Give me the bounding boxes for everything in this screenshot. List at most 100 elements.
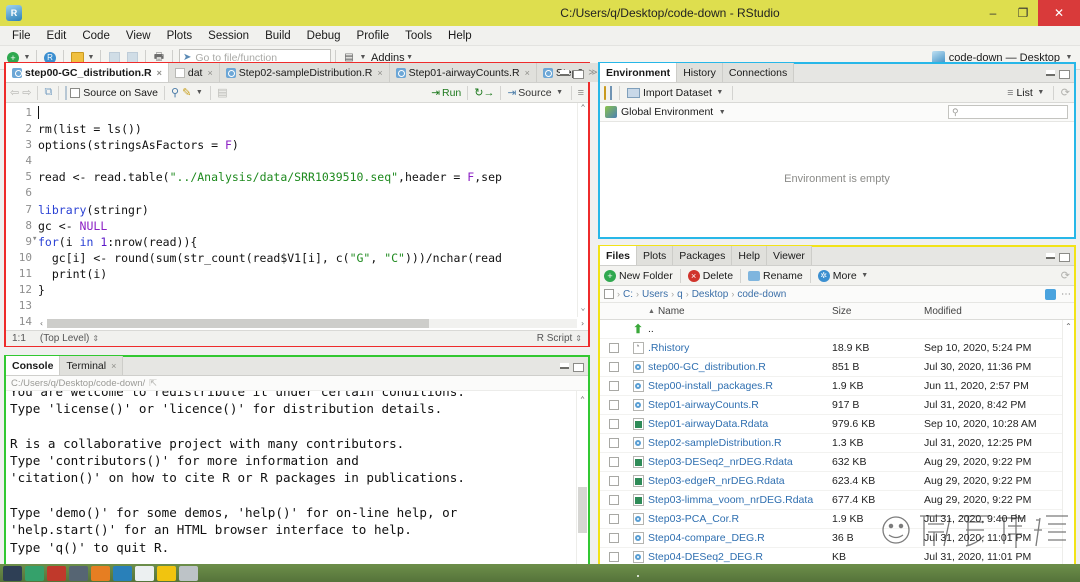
addins-chevron-down-icon[interactable]: ▼ — [405, 54, 415, 61]
scroll-up-icon[interactable]: ⌃ — [1063, 322, 1074, 331]
tab-plots[interactable]: Plots — [636, 246, 674, 265]
tab-files[interactable]: Files — [600, 246, 637, 265]
environment-search-input[interactable]: ⚲ — [948, 105, 1068, 119]
hscroll-thumb[interactable] — [47, 319, 429, 328]
taskbar-app-icon[interactable] — [113, 565, 132, 581]
scope-stepper-icon[interactable]: ⇕ — [92, 334, 99, 343]
more-button[interactable]: ✲ More ▼ — [817, 269, 870, 282]
tab-console[interactable]: Console — [6, 356, 61, 375]
menu-session[interactable]: Session — [200, 26, 257, 46]
file-name[interactable]: Step02-sampleDistribution.R — [648, 437, 832, 449]
files-scrollbar[interactable]: ⌃ ⌄ — [1062, 320, 1074, 579]
tab-connections[interactable]: Connections — [722, 63, 795, 82]
table-row[interactable]: Step00-install_packages.R 1.9 KB Jun 11,… — [600, 377, 1074, 396]
refresh-icon[interactable]: ⟳ — [1061, 86, 1070, 99]
code-vertical-scrollbar[interactable]: ⌃ ⌄ — [577, 103, 588, 330]
open-file-chevron-down-icon[interactable]: ▼ — [86, 54, 96, 61]
breadcrumb-item-q[interactable]: q — [677, 289, 683, 300]
magic-wand-icon[interactable]: ✎ — [182, 86, 191, 99]
menu-code[interactable]: Code — [74, 26, 118, 46]
file-name[interactable]: Step01-airwayData.Rdata — [648, 418, 832, 430]
file-name[interactable]: Step03-limma_voom_nrDEG.Rdata — [648, 494, 832, 506]
table-row[interactable]: Step03-DESeq2_nrDEG.Rdata 632 KB Aug 29,… — [600, 453, 1074, 472]
row-checkbox[interactable] — [609, 495, 619, 505]
close-icon[interactable]: × — [377, 68, 382, 78]
refresh-icon[interactable]: ⟳ — [1061, 269, 1070, 282]
row-checkbox[interactable] — [609, 533, 619, 543]
rename-button[interactable]: Rename — [748, 270, 803, 282]
console-scroll-thumb[interactable] — [578, 487, 587, 533]
new-folder-button[interactable]: + New Folder — [604, 269, 673, 282]
table-row[interactable]: Step03-PCA_Cor.R 1.9 KB Jul 31, 2020, 9:… — [600, 510, 1074, 529]
row-checkbox[interactable] — [609, 552, 619, 562]
row-checkbox[interactable] — [609, 381, 619, 391]
table-row[interactable]: Step01-airwayData.Rdata 979.6 KB Sep 10,… — [600, 415, 1074, 434]
source-tab-dat[interactable]: dat × — [168, 63, 220, 82]
table-row[interactable]: Step03-edgeR_nrDEG.Rdata 623.4 KB Aug 29… — [600, 472, 1074, 491]
tabs-overflow-icon[interactable]: ≫ — [588, 67, 597, 78]
table-row[interactable]: step00-GC_distribution.R 851 B Jul 30, 2… — [600, 358, 1074, 377]
menu-view[interactable]: View — [118, 26, 159, 46]
breadcrumb-item-c[interactable]: C: — [623, 289, 633, 300]
go-to-directory-icon[interactable] — [1045, 288, 1056, 300]
maximize-pane-icon[interactable] — [1059, 253, 1070, 262]
table-row[interactable]: Step01-airwayCounts.R 917 B Jul 31, 2020… — [600, 396, 1074, 415]
delete-button[interactable]: × Delete — [687, 269, 733, 282]
code-fold-marker[interactable]: ▾ — [32, 234, 37, 244]
taskbar-app-icon[interactable] — [157, 565, 176, 581]
file-name[interactable]: Step04-compare_DEG.R — [648, 532, 832, 544]
close-icon[interactable]: × — [207, 68, 212, 78]
source-on-save-checkbox[interactable] — [70, 87, 81, 98]
open-folder-icon[interactable] — [604, 85, 606, 100]
console-working-directory[interactable]: C:/Users/q/Desktop/code-down/ ⇱ — [6, 376, 588, 391]
table-row[interactable]: Step03-limma_voom_nrDEG.Rdata 677.4 KB A… — [600, 491, 1074, 510]
column-header-size[interactable]: Size — [832, 306, 924, 317]
maximize-button[interactable]: ❐ — [1008, 0, 1038, 26]
scroll-left-icon[interactable]: ‹ — [36, 319, 47, 328]
scroll-up-icon[interactable]: ⌃ — [580, 395, 585, 404]
menu-help[interactable]: Help — [440, 26, 480, 46]
filetype-stepper-icon[interactable]: ⇕ — [575, 334, 582, 343]
more-options-icon[interactable]: ⋯ — [1061, 289, 1071, 300]
column-header-name[interactable]: ▲ Name — [648, 306, 832, 317]
close-icon[interactable]: × — [157, 68, 162, 78]
taskbar-app-icon[interactable] — [47, 565, 66, 581]
scroll-up-icon[interactable]: ⌃ — [581, 103, 586, 112]
popout-icon[interactable]: ⧉ — [44, 86, 52, 99]
code-editor[interactable]: 1 2 3 4 5 6 7 8 9 10 11 12 13 14 15 16 ▾… — [6, 103, 588, 330]
menu-profile[interactable]: Profile — [349, 26, 398, 46]
row-checkbox[interactable] — [609, 476, 619, 486]
menu-file[interactable]: File — [4, 26, 39, 46]
maximize-pane-icon[interactable] — [573, 70, 584, 79]
maximize-pane-icon[interactable] — [1059, 70, 1070, 79]
hscroll-track[interactable] — [47, 319, 577, 328]
forward-arrow-icon[interactable]: ⇨ — [22, 86, 31, 99]
run-button[interactable]: ⇥ Run — [431, 87, 461, 99]
code-horizontal-scrollbar[interactable]: ‹ › — [36, 317, 588, 330]
column-header-modified[interactable]: Modified — [924, 306, 1074, 317]
code-scope[interactable]: (Top Level) — [40, 333, 89, 344]
save-icon[interactable] — [610, 85, 612, 100]
row-checkbox[interactable] — [609, 362, 619, 372]
source-on-save-toggle[interactable]: Source on Save — [70, 87, 158, 99]
panes-chevron-down-icon[interactable]: ▼ — [358, 54, 368, 61]
breadcrumb-item-users[interactable]: Users — [642, 289, 668, 300]
taskbar-app-icon[interactable] — [69, 565, 88, 581]
scroll-down-icon[interactable]: ⌄ — [581, 303, 586, 312]
file-name[interactable]: step00-GC_distribution.R — [648, 361, 832, 373]
report-icon[interactable]: ▤ — [217, 86, 227, 99]
environment-chevron-down-icon[interactable]: ▼ — [717, 109, 727, 116]
menu-debug[interactable]: Debug — [299, 26, 349, 46]
row-checkbox[interactable] — [609, 438, 619, 448]
back-arrow-icon[interactable]: ⇦ — [10, 86, 19, 99]
close-button[interactable]: ✕ — [1038, 0, 1080, 26]
view-chevron-down-icon[interactable]: ▼ — [1036, 89, 1046, 96]
file-name[interactable]: .Rhistory — [648, 342, 832, 354]
close-icon[interactable]: × — [525, 68, 530, 78]
file-name[interactable]: Step03-PCA_Cor.R — [648, 513, 832, 525]
minimize-button[interactable]: – — [978, 0, 1008, 26]
file-name[interactable]: Step03-DESeq2_nrDEG.Rdata — [648, 456, 832, 468]
project-chevron-down-icon[interactable]: ▼ — [1064, 54, 1074, 61]
rerun-icon[interactable]: ↻→ — [474, 86, 494, 99]
import-dataset-button[interactable]: Import Dataset ▼ — [627, 87, 725, 99]
